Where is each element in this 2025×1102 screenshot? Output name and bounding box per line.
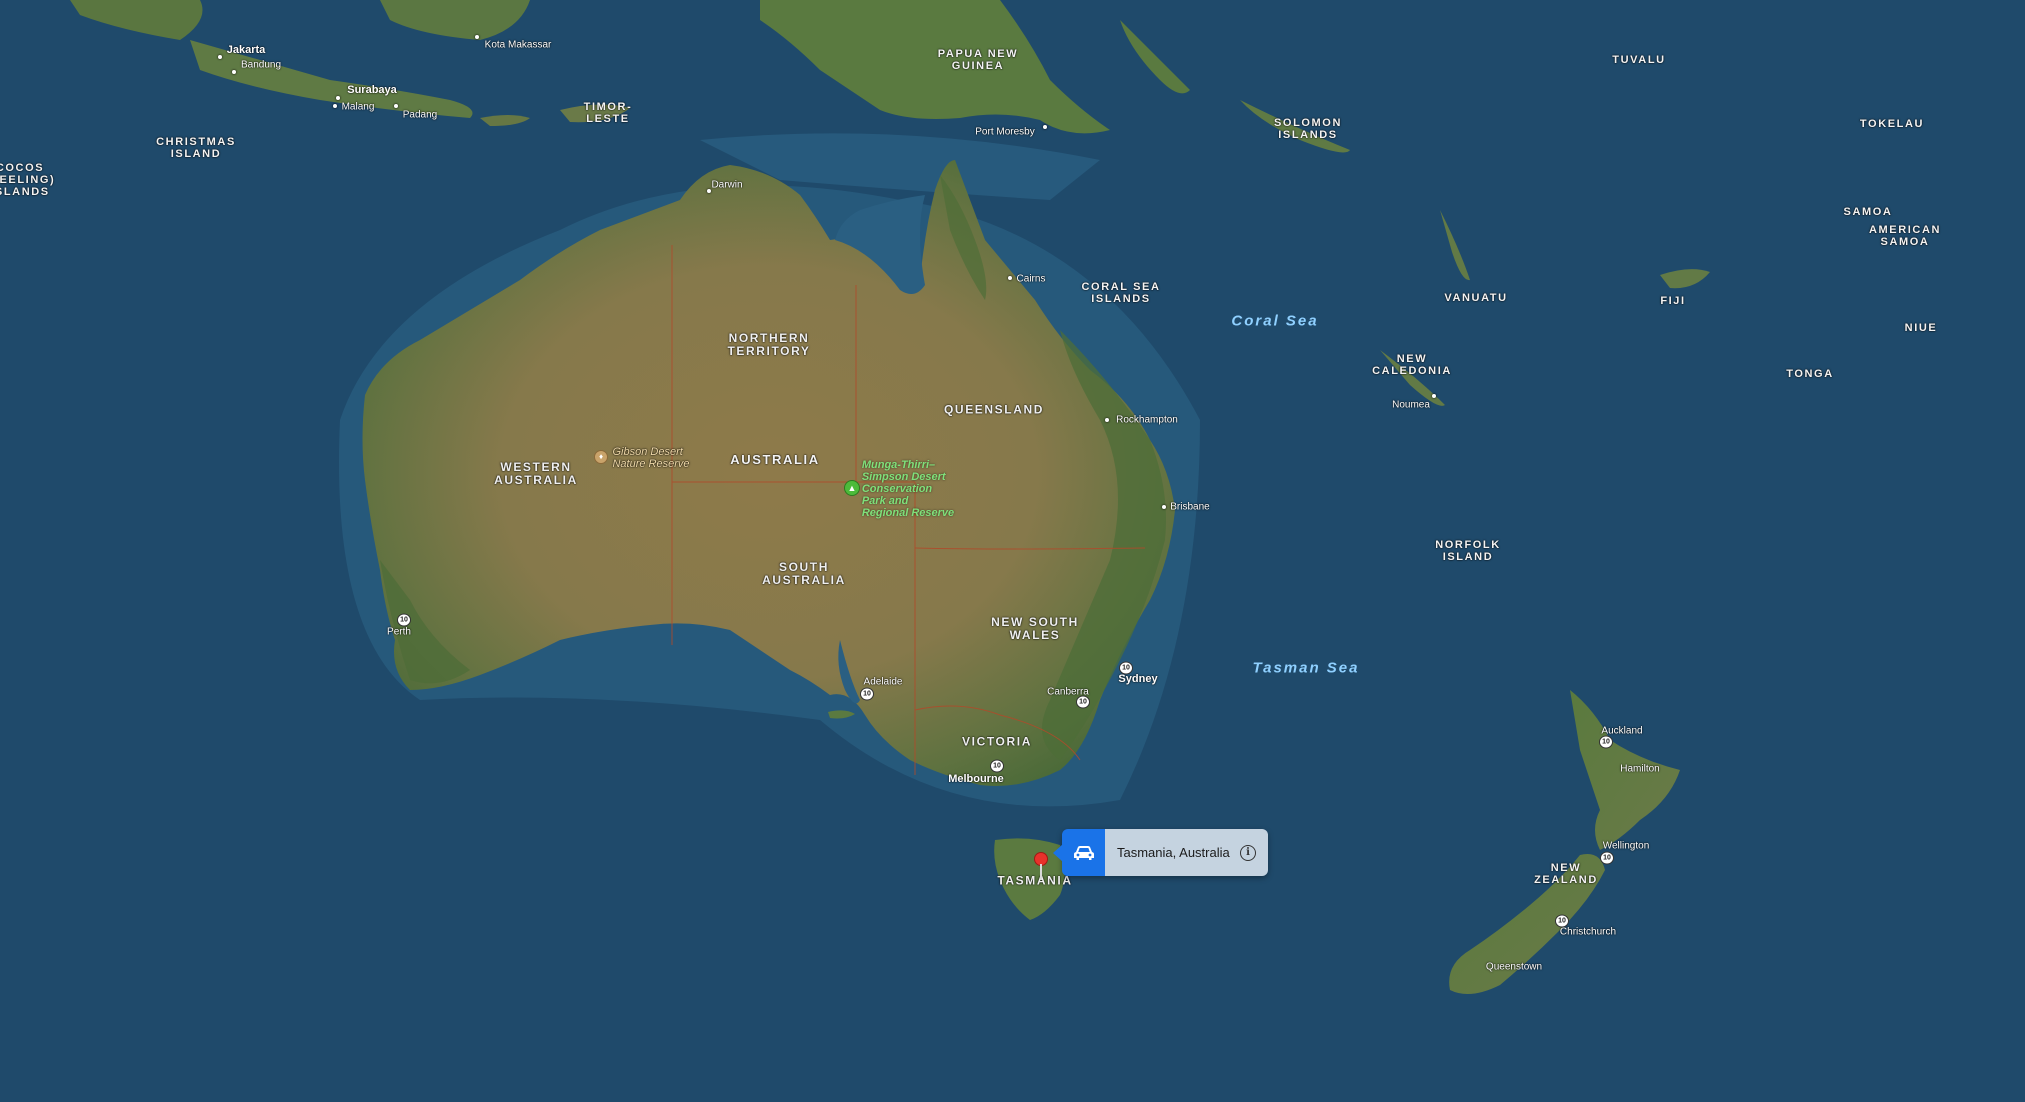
city-dot-kota-makassar xyxy=(475,35,479,39)
city-dot-padang xyxy=(394,104,398,108)
car-icon xyxy=(1073,845,1094,860)
callout-title: Tasmania, Australia xyxy=(1117,845,1230,860)
callout-arrow xyxy=(1053,844,1063,862)
location-callout[interactable]: Tasmania, Australia i xyxy=(1053,829,1268,876)
city-dot-jakarta xyxy=(218,55,222,59)
pin-stick xyxy=(1040,864,1042,880)
label-queenstown: Queenstown xyxy=(1485,961,1543,973)
label-canberra: Canberra xyxy=(1047,686,1089,698)
label-darwin: Darwin xyxy=(711,179,743,191)
reserve-icon[interactable]: ♦ xyxy=(594,450,608,464)
label-perth: Perth xyxy=(387,626,411,638)
label-christmas-island: CHRISTMAS ISLAND xyxy=(156,136,236,160)
label-malang: Malang xyxy=(341,101,375,113)
label-tasman-sea: Tasman Sea xyxy=(1252,659,1360,677)
label-adelaide: Adelaide xyxy=(863,676,903,688)
label-niue: NIUE xyxy=(1904,322,1938,334)
label-new-zealand: NEW ZEALAND xyxy=(1534,862,1598,886)
label-norfolk-island: NORFOLK ISLAND xyxy=(1435,539,1501,563)
city-dot-port-moresby xyxy=(1043,125,1047,129)
label-american-samoa: AMERICAN SAMOA xyxy=(1868,224,1942,248)
city-dot-bandung xyxy=(232,70,236,74)
label-tokelau: TOKELAU xyxy=(1859,118,1925,130)
label-new-caledonia: NEW CALEDONIA xyxy=(1372,353,1452,377)
label-brisbane: Brisbane xyxy=(1170,501,1210,513)
label-new-south-wales: NEW SOUTH WALES xyxy=(991,615,1079,642)
city-dot-cairns xyxy=(1008,276,1012,280)
city-shield-auckland: 10 xyxy=(1599,735,1613,749)
city-shield-melbourne: 10 xyxy=(990,759,1004,773)
callout-title-area[interactable]: Tasmania, Australia i xyxy=(1105,829,1268,876)
label-solomon-islands: SOLOMON ISLANDS xyxy=(1273,117,1343,141)
label-timor-leste: TIMOR- LESTE xyxy=(583,101,633,125)
label-sydney: Sydney xyxy=(1118,673,1158,685)
directions-button[interactable] xyxy=(1062,829,1105,876)
label-jakarta: Jakarta xyxy=(226,44,266,56)
city-dot-darwin xyxy=(707,189,711,193)
label-christchurch: Christchurch xyxy=(1559,926,1617,938)
label-tuvalu: TUVALU xyxy=(1612,54,1666,66)
label-fiji: FIJI xyxy=(1660,295,1686,307)
label-noumea: Noumea xyxy=(1392,399,1430,411)
city-shield-perth: 10 xyxy=(397,613,411,627)
label-melbourne: Melbourne xyxy=(948,773,1004,785)
label-auckland: Auckland xyxy=(1601,725,1643,737)
city-dot-malang xyxy=(333,104,337,108)
city-shield-wellington: 10 xyxy=(1600,851,1614,865)
label-cairns: Cairns xyxy=(1016,273,1046,285)
label-kota-makassar: Kota Makassar xyxy=(484,39,552,51)
label-port-moresby: Port Moresby xyxy=(975,126,1035,138)
label-south-australia: SOUTH AUSTRALIA xyxy=(762,560,846,587)
city-shield-adelaide: 10 xyxy=(860,687,874,701)
label-surabaya: Surabaya xyxy=(347,84,397,96)
label-coral-sea: Coral Sea xyxy=(1231,312,1319,330)
label-hamilton: Hamilton xyxy=(1620,763,1660,775)
label-bandung: Bandung xyxy=(240,59,282,71)
label-coral-sea-islands: CORAL SEA ISLANDS xyxy=(1081,281,1161,305)
label-rockhampton: Rockhampton xyxy=(1116,414,1178,426)
label-vanuatu: VANUATU xyxy=(1444,292,1508,304)
label-cocos-islands: COCOS(KEELING)ISLANDS xyxy=(0,162,56,198)
label-australia: AUSTRALIA xyxy=(730,452,820,467)
label-gibson-desert-reserve[interactable]: Gibson Desert Nature Reserve xyxy=(612,446,689,470)
city-dot-rockhampton xyxy=(1105,418,1109,422)
city-dot-noumea xyxy=(1432,394,1436,398)
label-papua-new-guinea: PAPUA NEW GUINEA xyxy=(937,48,1019,72)
park-tree-icon[interactable]: ▲ xyxy=(844,480,860,496)
label-padang: Padang xyxy=(402,109,438,121)
label-western-australia: WESTERN AUSTRALIA xyxy=(494,460,578,487)
label-northern-territory: NORTHERN TERRITORY xyxy=(727,331,811,358)
city-dot-brisbane xyxy=(1162,505,1166,509)
location-pin-icon[interactable] xyxy=(1034,852,1048,882)
label-samoa: SAMOA xyxy=(1843,206,1893,218)
label-tonga: TONGA xyxy=(1786,368,1834,380)
label-queensland: QUEENSLAND xyxy=(943,402,1045,417)
map-canvas[interactable] xyxy=(0,0,2025,1102)
city-dot-surabaya xyxy=(336,96,340,100)
label-victoria: VICTORIA xyxy=(962,734,1032,749)
label-munga-thirri-park[interactable]: Munga-Thirri– Simpson Desert Conservation P… xyxy=(862,459,954,519)
info-icon[interactable]: i xyxy=(1240,844,1256,861)
label-wellington: Wellington xyxy=(1602,840,1650,852)
